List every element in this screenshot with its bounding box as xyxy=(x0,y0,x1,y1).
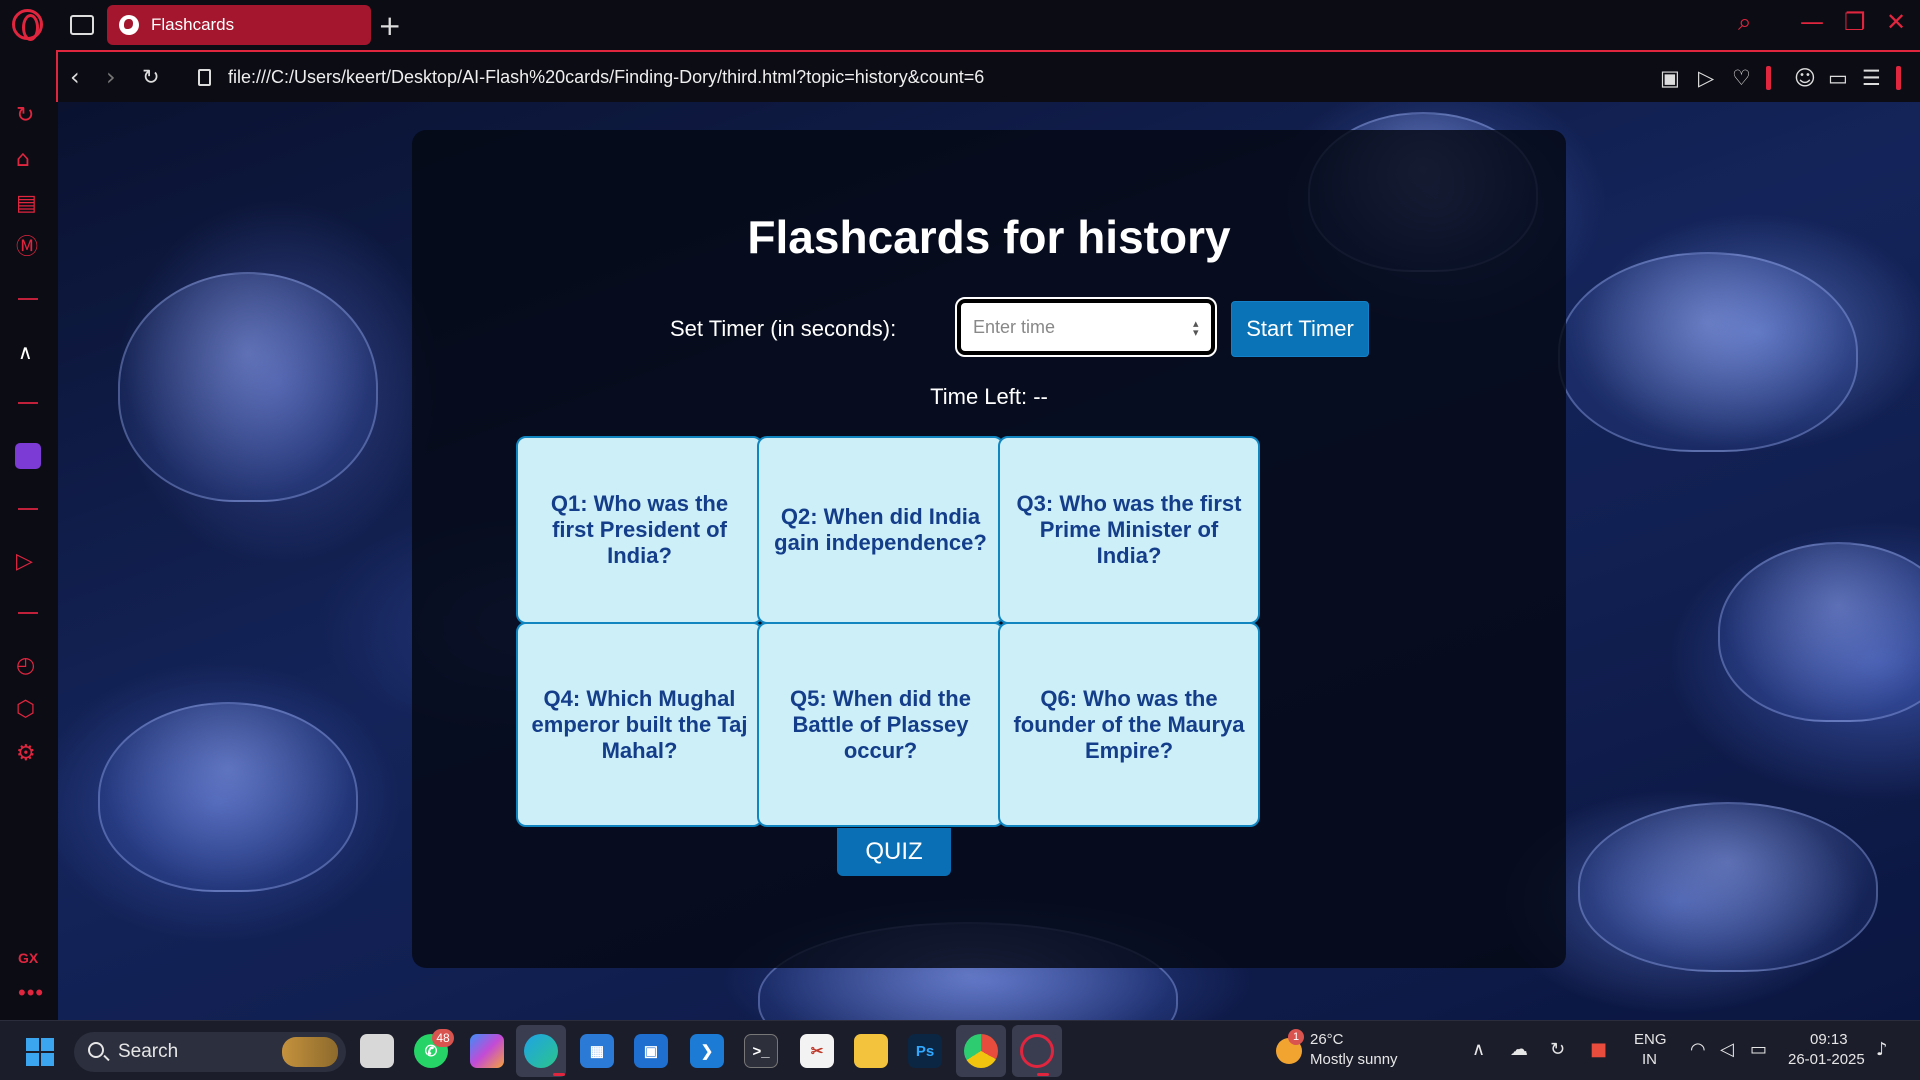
history-icon[interactable]: ◴ xyxy=(16,654,35,678)
minimize-button[interactable]: — xyxy=(1800,8,1824,36)
screen: Flashcards + ⌕ — ❐ ✕ ‹ › ↻ file:///C:/Us… xyxy=(0,0,1920,1080)
flashcard-2[interactable]: Q2: When did India gain independence? xyxy=(757,436,1004,624)
player-icon[interactable]: ▷ xyxy=(16,550,33,574)
page-title: Flashcards for history xyxy=(747,211,1231,263)
chevron-up-icon[interactable]: ∧ xyxy=(1472,1039,1485,1060)
store-icon[interactable]: ▦ xyxy=(580,1034,614,1068)
divider-red xyxy=(1766,66,1771,90)
language-top[interactable]: ENG xyxy=(1634,1031,1667,1048)
flashcard-3[interactable]: Q3: Who was the first Prime Minister of … xyxy=(998,436,1260,624)
camera-icon[interactable]: ▣ xyxy=(1660,66,1680,90)
running-indicator xyxy=(1037,1073,1049,1076)
running-indicator xyxy=(553,1073,565,1076)
edge-icon[interactable] xyxy=(524,1034,558,1068)
clock-date[interactable]: 26-01-2025 xyxy=(1788,1051,1865,1068)
url-field[interactable]: file:///C:/Users/keert/Desktop/AI-Flash%… xyxy=(228,67,984,88)
sidebar-separator xyxy=(18,298,38,300)
weather-badge: 1 xyxy=(1288,1029,1304,1045)
file-explorer-icon[interactable] xyxy=(854,1034,888,1068)
cloud-icon[interactable]: ☁ xyxy=(1510,1039,1528,1060)
terminal-icon[interactable]: >_ xyxy=(744,1034,778,1068)
extensions-icon[interactable]: ⬡ xyxy=(16,698,35,722)
timer-input[interactable] xyxy=(955,297,1217,357)
jellyfish-decoration xyxy=(118,272,378,502)
restore-button[interactable]: ❐ xyxy=(1844,8,1866,36)
sync-icon[interactable]: ↻ xyxy=(1550,1039,1565,1060)
gx-cleaner-icon[interactable]: ⌂ xyxy=(16,148,30,172)
taskbar-search[interactable]: Search xyxy=(74,1032,346,1072)
jellyfish-decoration xyxy=(1558,252,1858,452)
photoshop-icon[interactable]: Ps xyxy=(908,1034,942,1068)
copilot-icon[interactable] xyxy=(470,1034,504,1068)
vscode-icon[interactable]: ❯ xyxy=(690,1034,724,1068)
close-button[interactable]: ✕ xyxy=(1886,8,1906,36)
sidebar-separator xyxy=(18,612,38,614)
temperature[interactable]: 26°C xyxy=(1310,1031,1344,1048)
tab-snapshot-icon[interactable] xyxy=(70,15,94,35)
jellyfish-decoration xyxy=(1718,542,1920,722)
tab-label: Flashcards xyxy=(151,15,235,34)
account-icon[interactable]: ☺ xyxy=(1794,66,1816,90)
snipping-tool-icon[interactable]: ✂ xyxy=(800,1034,834,1068)
flashcard-5[interactable]: Q5: When did the Battle of Plassey occur… xyxy=(757,622,1004,827)
opera-gx-icon[interactable] xyxy=(1020,1034,1054,1068)
flashcard-4[interactable]: Q4: Which Mughal emperor built the Taj M… xyxy=(516,622,763,827)
notification-bell-icon[interactable]: ♪ xyxy=(1876,1039,1888,1060)
flashcard-6[interactable]: Q6: Who was the founder of the Maurya Em… xyxy=(998,622,1260,827)
search-highlight-image xyxy=(282,1037,338,1067)
jellyfish-decoration xyxy=(1578,802,1878,972)
flashcard-1[interactable]: Q1: Who was the first President of India… xyxy=(516,436,763,624)
quiz-button[interactable]: QUIZ xyxy=(837,828,951,876)
settings-icon[interactable]: ⚙ xyxy=(16,742,36,766)
flashcards-panel: Flashcards for history Set Timer (in sec… xyxy=(412,130,1566,968)
volume-icon[interactable]: ◁ xyxy=(1720,1039,1734,1060)
language-bottom[interactable]: IN xyxy=(1642,1051,1657,1068)
globe-icon xyxy=(119,15,139,35)
battery-icon[interactable]: ▭ xyxy=(1750,1039,1767,1060)
twitch-icon[interactable] xyxy=(15,443,41,469)
time-left-text: Time Left: -- xyxy=(930,384,1048,409)
heart-icon[interactable]: ♡ xyxy=(1732,66,1751,90)
search-label: Search xyxy=(118,1041,179,1062)
divider-red-right xyxy=(1896,66,1901,90)
tab-flashcards[interactable]: Flashcards xyxy=(107,5,371,45)
easy-setup-icon[interactable]: ☰ xyxy=(1862,66,1881,90)
start-timer-button[interactable]: Start Timer xyxy=(1231,301,1369,357)
wifi-icon[interactable]: ◠ xyxy=(1690,1039,1706,1060)
windows-start-icon[interactable] xyxy=(26,1038,54,1066)
gx-label[interactable]: GX xyxy=(18,950,38,966)
whatsapp-badge: 48 xyxy=(432,1029,454,1047)
m-icon[interactable]: Ⓜ xyxy=(16,236,38,260)
weather-text[interactable]: Mostly sunny xyxy=(1310,1051,1398,1068)
gx-corner-icon[interactable]: ▤ xyxy=(16,192,37,216)
more-icon[interactable]: ••• xyxy=(18,980,44,1006)
search-icon xyxy=(88,1042,104,1058)
sidebar-separator xyxy=(18,508,38,510)
chrome-icon[interactable] xyxy=(964,1034,998,1068)
battery-saver-icon[interactable]: ▭ xyxy=(1828,66,1848,90)
clock-time[interactable]: 09:13 xyxy=(1810,1031,1848,1048)
search-tabs-icon[interactable]: ⌕ xyxy=(1738,8,1751,36)
jellyfish-decoration xyxy=(98,702,358,892)
opera-menu-icon[interactable] xyxy=(12,9,43,41)
send-icon[interactable]: ▷ xyxy=(1698,66,1714,90)
sidebar: ↻ ⌂ ▤ Ⓜ ∧ ▷ ◴ ⬡ ⚙ GX ••• xyxy=(0,50,56,1020)
web-content: Flashcards for history Set Timer (in sec… xyxy=(58,102,1920,1020)
address-bar: ‹ › ↻ file:///C:/Users/keert/Desktop/AI-… xyxy=(58,52,1920,102)
task-view-icon[interactable] xyxy=(360,1034,394,1068)
spinner-icon[interactable]: ▴ ▾ xyxy=(1193,319,1199,339)
forward-icon[interactable]: › xyxy=(106,63,116,91)
gx-control-icon[interactable]: ↻ xyxy=(16,104,34,128)
reload-icon[interactable]: ↻ xyxy=(142,65,160,89)
timer-label: Set Timer (in seconds): xyxy=(670,316,897,341)
new-tab-button[interactable]: + xyxy=(378,9,401,42)
taskbar: Search ✆ 48 ▦ ▣ ❯ >_ ✂ Ps 1 26°C Mostly … xyxy=(0,1020,1920,1080)
page-info-icon[interactable] xyxy=(198,69,211,86)
sidebar-separator xyxy=(18,402,38,404)
app-tray-icon[interactable]: ■ xyxy=(1590,1039,1607,1060)
browser-titlebar: Flashcards + ⌕ — ❐ ✕ xyxy=(0,0,1920,50)
back-icon[interactable]: ‹ xyxy=(70,63,80,91)
windows-app-icon[interactable]: ▣ xyxy=(634,1034,668,1068)
arc-app-icon[interactable]: ∧ xyxy=(18,340,33,364)
